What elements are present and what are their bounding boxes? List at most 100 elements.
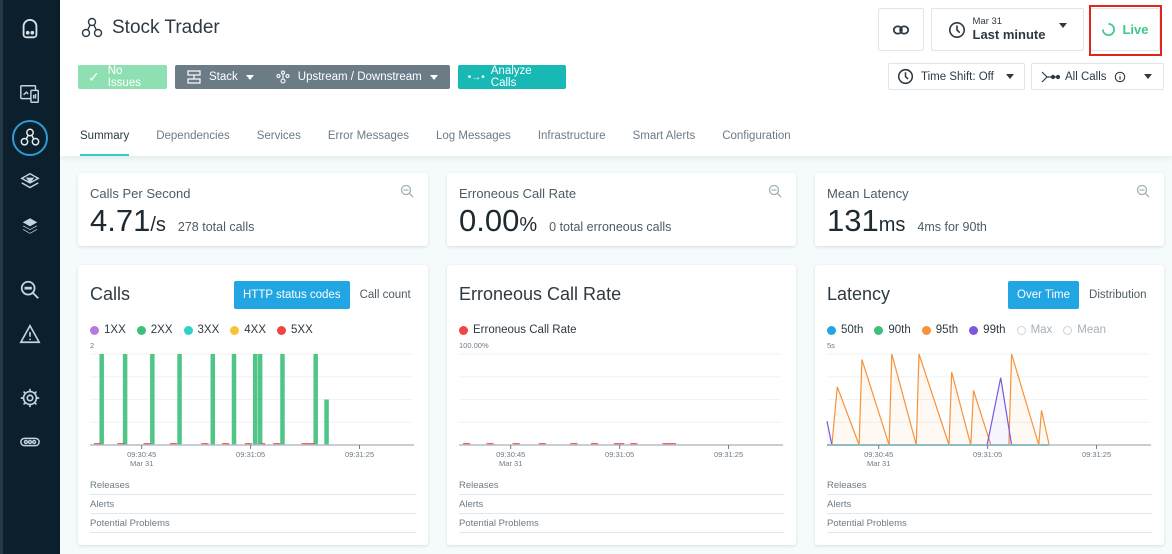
bar-2XX bbox=[122, 354, 128, 445]
sidebar-edge bbox=[0, 0, 3, 554]
all-calls-label: All Calls bbox=[1065, 70, 1107, 83]
calls-filter-icon bbox=[1041, 71, 1060, 82]
no-issues-button[interactable]: ✓ No Issues bbox=[78, 65, 167, 89]
websites-mobile-icon[interactable] bbox=[16, 80, 44, 108]
applications-icon[interactable] bbox=[12, 120, 48, 156]
events-warning-icon[interactable] bbox=[16, 320, 44, 348]
analytics-search-icon[interactable] bbox=[16, 276, 44, 304]
releases-row[interactable]: Releases bbox=[459, 476, 784, 495]
tab-summary[interactable]: Summary bbox=[80, 130, 130, 156]
zoom-icon[interactable] bbox=[1136, 184, 1150, 198]
all-calls-caret-icon bbox=[1143, 74, 1152, 79]
y-axis-max-label: 100.00% bbox=[459, 341, 489, 350]
releases-row[interactable]: Releases bbox=[90, 476, 416, 495]
bar-2XX bbox=[210, 354, 216, 445]
stat-sub: 4ms for 90th bbox=[917, 220, 987, 234]
page-title: Stock Trader bbox=[80, 16, 220, 40]
x-tick-label: 09:30:45 bbox=[127, 450, 156, 459]
application-icon bbox=[81, 17, 103, 38]
panel-footer: Releases Alerts Potential Problems bbox=[827, 476, 1152, 533]
bar-2XX bbox=[150, 354, 155, 445]
analyze-calls-label: Analyze Calls bbox=[490, 65, 532, 89]
bar-2XX bbox=[177, 354, 182, 445]
x-tick-label: 09:31:05 bbox=[236, 450, 265, 459]
alerts-row[interactable]: Alerts bbox=[827, 495, 1152, 514]
infrastructure-stack-icon[interactable] bbox=[16, 212, 44, 240]
stat-sub: 0 total erroneous calls bbox=[549, 220, 672, 234]
stack-label: Stack bbox=[209, 71, 238, 83]
tab-log-messages[interactable]: Log Messages bbox=[436, 130, 511, 156]
time-shift-label: Time Shift: Off bbox=[921, 70, 994, 83]
stack-button[interactable]: Stack bbox=[187, 70, 254, 84]
x-tick-label: 09:31:25 bbox=[1082, 450, 1111, 459]
clock-icon bbox=[897, 68, 914, 85]
tab-infrastructure[interactable]: Infrastructure bbox=[538, 130, 606, 156]
calls-per-second-card: Calls Per Second 4.71 /s 278 total calls bbox=[78, 173, 428, 246]
clock-icon bbox=[948, 21, 965, 38]
stat-value: 4.71 /s 278 total calls bbox=[90, 203, 254, 239]
tab-dependencies[interactable]: Dependencies bbox=[156, 130, 230, 156]
x-tick-label: 09:31:05 bbox=[973, 450, 1002, 459]
upstream-downstream-button[interactable]: Upstream / Downstream bbox=[276, 70, 438, 84]
bar-2XX bbox=[280, 354, 285, 445]
bar-2XX bbox=[324, 399, 329, 445]
upstream-downstream-label: Upstream / Downstream bbox=[297, 71, 422, 83]
x-tick-label: 09:31:05 bbox=[605, 450, 634, 459]
potential-problems-row[interactable]: Potential Problems bbox=[90, 514, 416, 533]
erroneous-call-rate-card: Erroneous Call Rate 0.00 % 0 total erron… bbox=[447, 173, 796, 246]
more-icon[interactable] bbox=[16, 428, 44, 456]
info-icon[interactable] bbox=[1114, 71, 1126, 83]
x-tick-date: Mar 31 bbox=[499, 459, 522, 468]
x-tick-date: Mar 31 bbox=[867, 459, 890, 468]
alerts-row[interactable]: Alerts bbox=[90, 495, 416, 514]
analyze-calls-button[interactable]: •→• Analyze Calls bbox=[457, 65, 566, 89]
potential-problems-row[interactable]: Potential Problems bbox=[459, 514, 784, 533]
time-range-picker[interactable]: Mar 31 Last minute bbox=[931, 8, 1084, 51]
releases-row[interactable]: Releases bbox=[827, 476, 1152, 495]
latency-panel: Latency Over Time Distribution 50th 90th 9… bbox=[815, 265, 1164, 545]
stat-number: 131 bbox=[827, 203, 879, 238]
latency-chart: 5s 09:30:45Mar 31 09:31:05 09:31:25 bbox=[826, 341, 1151, 468]
analyze-icon: •→• bbox=[467, 71, 485, 83]
tab-error-messages[interactable]: Error Messages bbox=[328, 130, 409, 156]
bar-2XX bbox=[313, 354, 318, 445]
bar-2XX bbox=[99, 354, 104, 445]
time-shift-dropdown[interactable]: Time Shift: Off bbox=[888, 63, 1025, 90]
platforms-icon[interactable] bbox=[16, 168, 44, 196]
panel-footer: Releases Alerts Potential Problems bbox=[90, 476, 416, 533]
stack-caret-icon bbox=[245, 74, 254, 80]
stat-value: 131 ms 4ms for 90th bbox=[827, 203, 987, 239]
action-bar: ✓ No Issues Stack Upstream / Downstream … bbox=[78, 65, 566, 89]
x-tick-label: 09:31:25 bbox=[714, 450, 743, 459]
stat-sub: 278 total calls bbox=[177, 220, 255, 234]
zoom-icon[interactable] bbox=[768, 184, 782, 198]
page-header: Stock Trader ✓ No Issues Stack Upstream … bbox=[60, 0, 1172, 156]
panel-footer: Releases Alerts Potential Problems bbox=[459, 476, 784, 533]
potential-problems-row[interactable]: Potential Problems bbox=[827, 514, 1152, 533]
tab-smart-alerts[interactable]: Smart Alerts bbox=[633, 130, 696, 156]
alerts-row[interactable]: Alerts bbox=[459, 495, 784, 514]
erroneous-chart: 100.00% 09:30:45Mar 31 09:31:05 09:31:25 bbox=[459, 341, 783, 468]
sidebar bbox=[0, 0, 60, 554]
tab-bar: Summary Dependencies Services Error Mess… bbox=[80, 130, 818, 156]
link-icon bbox=[892, 25, 910, 34]
stat-number: 4.71 bbox=[90, 203, 151, 238]
app-title: Stock Trader bbox=[112, 17, 220, 38]
time-range: Last minute bbox=[972, 26, 1046, 42]
calls-panel: Calls HTTP status codes Call count 1XX 2X… bbox=[78, 265, 428, 545]
y-axis-max-label: 5s bbox=[827, 341, 835, 350]
logo-robot-icon[interactable] bbox=[16, 16, 44, 44]
stack-group: Stack Upstream / Downstream bbox=[175, 65, 450, 89]
zoom-icon[interactable] bbox=[400, 184, 414, 198]
stat-value: 0.00 % 0 total erroneous calls bbox=[459, 203, 671, 239]
tab-services[interactable]: Services bbox=[257, 130, 301, 156]
bar-2XX bbox=[257, 354, 263, 445]
settings-gear-icon[interactable] bbox=[16, 384, 44, 412]
x-tick-label: 09:30:45 bbox=[496, 450, 525, 459]
check-icon: ✓ bbox=[88, 68, 100, 85]
dependencies-icon bbox=[276, 70, 290, 84]
copy-link-button[interactable] bbox=[878, 8, 924, 51]
tab-configuration[interactable]: Configuration bbox=[722, 130, 790, 156]
no-issues-label: No Issues bbox=[107, 65, 141, 89]
call-filter-dropdown[interactable]: All Calls bbox=[1031, 63, 1164, 90]
